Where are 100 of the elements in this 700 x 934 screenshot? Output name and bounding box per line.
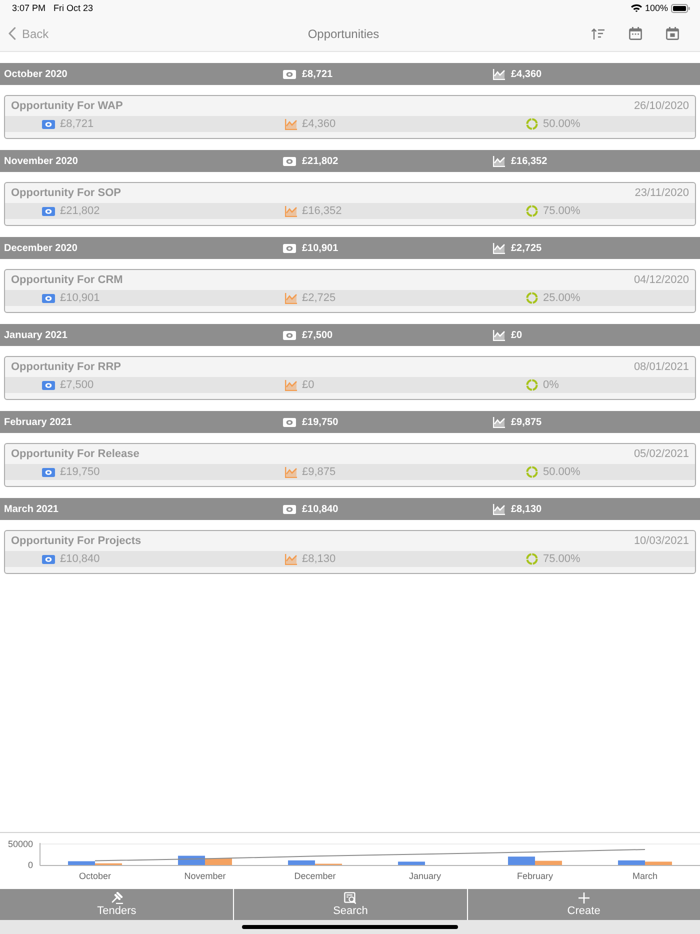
month-weighted: £16,352 bbox=[511, 156, 548, 166]
opportunity-title: Opportunity For RRP bbox=[11, 361, 121, 373]
month-total: £10,901 bbox=[302, 242, 338, 254]
weighted-amount: £9,875 bbox=[302, 466, 336, 478]
banknote-icon bbox=[283, 418, 296, 426]
calendar-icon[interactable] bbox=[629, 27, 642, 40]
nav-title: Opportunities bbox=[308, 26, 380, 40]
probability-text: 50.00% bbox=[543, 466, 580, 478]
line-chart-icon bbox=[285, 554, 297, 564]
month-weighted: £8,130 bbox=[511, 504, 542, 514]
wifi-icon bbox=[630, 4, 642, 12]
opportunity-date: 10/03/2021 bbox=[634, 535, 689, 547]
line-chart-icon bbox=[493, 504, 505, 514]
sort-icon[interactable] bbox=[591, 28, 605, 40]
probability-text: 25.00% bbox=[543, 292, 580, 304]
battery-icon bbox=[671, 4, 690, 12]
gavel-icon bbox=[110, 892, 123, 904]
opportunity-title: Opportunity For Release bbox=[11, 448, 140, 460]
opportunity-date: 26/10/2020 bbox=[634, 100, 689, 112]
month-weighted: £2,725 bbox=[511, 242, 542, 254]
weighted-amount: £4,360 bbox=[302, 118, 336, 130]
month-label: October 2020 bbox=[4, 68, 68, 80]
axis-category-label: November bbox=[184, 871, 226, 881]
axis-category-label: February bbox=[517, 871, 553, 881]
opportunity-date: 08/01/2021 bbox=[634, 361, 689, 373]
opportunity-card[interactable]: Opportunity For Projects 10/03/2021 £10,840 £8,130 75.00% bbox=[4, 530, 696, 574]
month-label: November 2020 bbox=[4, 156, 78, 166]
axis-category-label: March bbox=[632, 871, 658, 881]
opportunity-title: Opportunity For Projects bbox=[11, 535, 142, 547]
banknote-icon bbox=[42, 554, 55, 564]
probability-text: 50.00% bbox=[543, 118, 580, 130]
axis-category-label: January bbox=[408, 871, 442, 881]
probability-text: 75.00% bbox=[543, 205, 580, 217]
plus-icon bbox=[578, 892, 590, 904]
opportunity-date: 23/11/2020 bbox=[634, 187, 689, 199]
axis-category-label: October bbox=[79, 871, 111, 881]
value-amount: £8,721 bbox=[60, 118, 94, 130]
month-label: March 2021 bbox=[4, 504, 58, 514]
axis-category-label: December bbox=[294, 871, 336, 881]
banknote-icon bbox=[283, 156, 296, 166]
ring-icon bbox=[526, 292, 538, 304]
opportunity-card[interactable]: Opportunity For RRP 08/01/2021 £7,500 £0 0% bbox=[4, 356, 696, 400]
opportunity-title: Opportunity For WAP bbox=[11, 100, 123, 112]
battery-percent: 100% bbox=[644, 3, 668, 13]
line-chart-icon bbox=[285, 118, 297, 130]
probability-text: 0% bbox=[543, 379, 559, 391]
value-amount: £10,840 bbox=[60, 553, 100, 565]
line-chart-icon bbox=[493, 330, 505, 340]
line-chart-icon bbox=[493, 68, 505, 80]
value-amount: £7,500 bbox=[60, 379, 94, 391]
tab-button[interactable]: Tenders bbox=[0, 889, 234, 920]
banknote-icon bbox=[42, 294, 55, 302]
back-button[interactable]: Back bbox=[8, 26, 49, 40]
banknote-icon bbox=[283, 244, 296, 252]
banknote-icon bbox=[283, 330, 296, 340]
line-chart-icon bbox=[493, 156, 505, 166]
value-amount: £21,802 bbox=[60, 205, 100, 217]
axis-tick-label: 0 bbox=[28, 860, 33, 870]
line-chart-icon bbox=[493, 242, 505, 254]
opportunity-date: 04/12/2020 bbox=[634, 274, 689, 286]
month-total: £7,500 bbox=[302, 330, 333, 340]
tab-button[interactable]: Search bbox=[233, 889, 467, 920]
banknote-icon bbox=[42, 206, 55, 216]
calendar-day-icon[interactable] bbox=[666, 27, 679, 40]
banknote-icon bbox=[283, 70, 296, 78]
opportunity-title: Opportunity For SOP bbox=[11, 187, 121, 199]
chevron-left-icon bbox=[8, 27, 16, 40]
probability-text: 75.00% bbox=[543, 553, 580, 565]
month-total: £21,802 bbox=[302, 156, 338, 166]
weighted-amount: £0 bbox=[302, 379, 314, 391]
month-weighted: £9,875 bbox=[511, 416, 542, 428]
month-label: February 2021 bbox=[4, 416, 72, 428]
banknote-icon bbox=[42, 120, 55, 128]
line-chart-icon bbox=[493, 416, 505, 428]
weighted-amount: £2,725 bbox=[302, 292, 336, 304]
axis-tick-label: 50000 bbox=[8, 839, 33, 850]
banknote-icon bbox=[42, 380, 55, 390]
weighted-amount: £16,352 bbox=[302, 205, 342, 217]
value-amount: £19,750 bbox=[60, 466, 100, 478]
month-total: £10,840 bbox=[302, 504, 338, 514]
line-chart-icon bbox=[285, 292, 297, 304]
ring-icon bbox=[526, 205, 538, 217]
ring-icon bbox=[526, 466, 538, 478]
opportunity-date: 05/02/2021 bbox=[634, 448, 689, 460]
ring-icon bbox=[526, 379, 538, 391]
month-total: £8,721 bbox=[302, 68, 333, 80]
month-weighted: £0 bbox=[511, 330, 522, 340]
weighted-amount: £8,130 bbox=[302, 553, 336, 565]
month-label: January 2021 bbox=[4, 330, 68, 340]
month-total: £19,750 bbox=[302, 416, 338, 428]
line-chart-icon bbox=[285, 206, 297, 216]
value-amount: £10,901 bbox=[60, 292, 100, 304]
opportunity-card[interactable]: Opportunity For WAP 26/10/2020 £8,721 £4,360 50.00% bbox=[4, 95, 696, 139]
line-chart-icon bbox=[285, 466, 297, 478]
opportunity-card[interactable]: Opportunity For SOP 23/11/2020 £21,802 £16,352 75.00% bbox=[4, 182, 696, 226]
status-time: 3:07 PM bbox=[12, 3, 46, 13]
month-label: December 2020 bbox=[4, 242, 78, 254]
tab-button[interactable]: Create bbox=[466, 889, 700, 920]
opportunity-card[interactable]: Opportunity For Release 05/02/2021 £19,750 £9,875 50.00% bbox=[4, 443, 696, 487]
opportunity-card[interactable]: Opportunity For CRM 04/12/2020 £10,901 £2,725 25.00% bbox=[4, 269, 696, 313]
